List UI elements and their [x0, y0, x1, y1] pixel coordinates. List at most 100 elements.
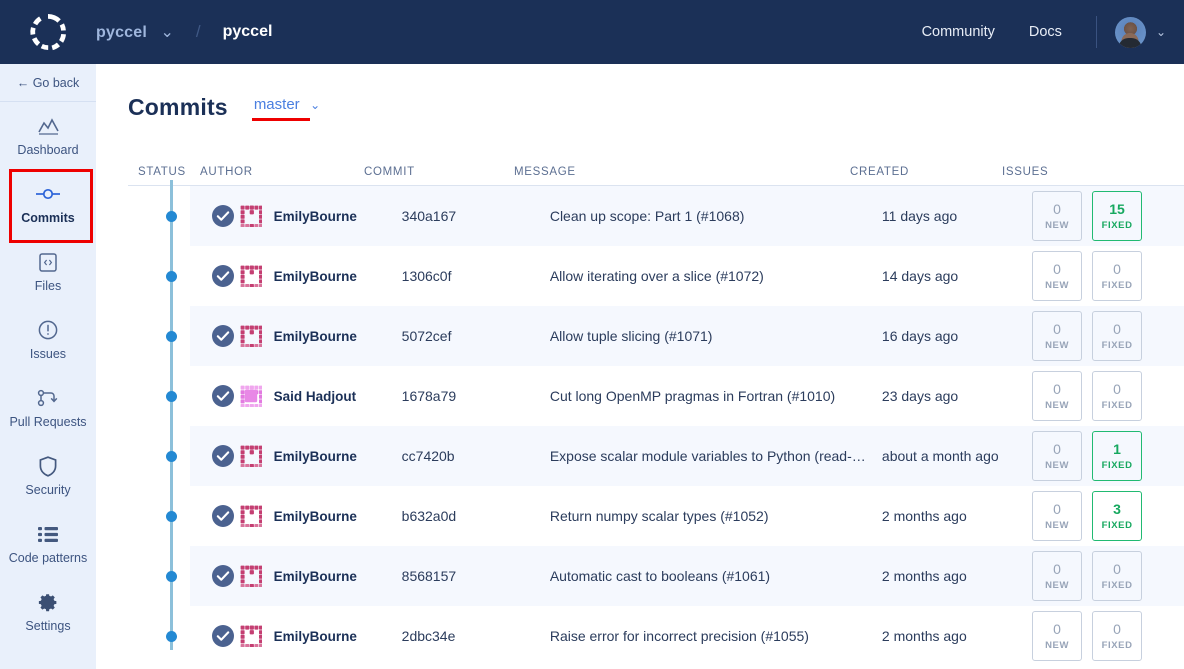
cell-commit[interactable]: 340a167 — [402, 208, 550, 224]
issues-new-count: 0 — [1053, 441, 1061, 457]
issues-new-badge[interactable]: 0 NEW — [1032, 251, 1083, 301]
sidebar-item-files[interactable]: Files — [0, 238, 96, 306]
avatar[interactable] — [1114, 16, 1146, 48]
issues-fixed-label: FIXED — [1101, 340, 1133, 351]
cell-author: EmilyBourne — [240, 205, 402, 227]
app-logo[interactable] — [0, 13, 96, 51]
commit-timeline-dot — [166, 450, 177, 462]
column-header-status: STATUS — [138, 165, 186, 178]
check-circle-icon — [212, 565, 234, 587]
cell-commit[interactable]: 5072cef — [402, 328, 550, 344]
chevron-down-icon[interactable]: ⌄ — [160, 24, 173, 41]
issues-new-badge[interactable]: 0 NEW — [1032, 491, 1083, 541]
sidebar-item-settings[interactable]: Settings — [0, 578, 96, 646]
chevron-down-icon[interactable]: ⌄ — [1156, 25, 1166, 39]
identicon-avatar — [240, 445, 262, 467]
check-circle-icon — [212, 505, 234, 527]
issues-new-label: NEW — [1045, 340, 1070, 351]
issues-fixed-label: FIXED — [1101, 400, 1133, 411]
issues-fixed-badge[interactable]: 1 FIXED — [1092, 431, 1143, 481]
sidebar-item-issues[interactable]: Issues — [0, 306, 96, 374]
table-row[interactable]: EmilyBourne 5072cef Allow tuple slicing … — [190, 306, 1184, 366]
issues-new-badge[interactable]: 0 NEW — [1032, 371, 1083, 421]
cell-issues: 0 NEW 0 FIXED — [1032, 371, 1184, 421]
column-header-issues: ISSUES — [1002, 165, 1049, 178]
issues-fixed-badge[interactable]: 0 FIXED — [1092, 551, 1143, 601]
cell-status — [190, 505, 240, 527]
issues-fixed-badge[interactable]: 15 FIXED — [1092, 191, 1143, 241]
cell-commit[interactable]: cc7420b — [402, 448, 550, 464]
cell-author: EmilyBourne — [240, 265, 402, 287]
divider — [1095, 16, 1097, 48]
main-content: Commits master ⌄ STATUS AUTHOR COMMIT ME… — [96, 64, 1184, 669]
commit-timeline-dot — [166, 270, 177, 282]
issues-fixed-badge[interactable]: 0 FIXED — [1092, 371, 1143, 421]
issues-new-badge[interactable]: 0 NEW — [1032, 191, 1083, 241]
identicon-avatar — [240, 505, 262, 527]
community-link[interactable]: Community — [922, 24, 995, 40]
table-row[interactable]: EmilyBourne 8568157 Automatic cast to bo… — [190, 546, 1184, 606]
table-row[interactable]: EmilyBourne b632a0d Return numpy scalar … — [190, 486, 1184, 546]
cell-commit[interactable]: 8568157 — [402, 568, 550, 584]
branch-selector[interactable]: master ⌄ — [251, 96, 320, 121]
sidebar-item-label: Pull Requests — [9, 415, 87, 429]
cell-message: Return numpy scalar types (#1052) — [549, 508, 769, 524]
go-back-button[interactable]: ← Go back — [0, 64, 96, 102]
cell-author: EmilyBourne — [240, 505, 402, 527]
cell-issues: 0 NEW 0 FIXED — [1032, 551, 1184, 601]
issues-fixed-badge[interactable]: 0 FIXED — [1092, 251, 1143, 301]
sidebar: ← Go back Dashboard Commits Files Issues… — [0, 64, 96, 669]
commit-hash: 1678a79 — [401, 388, 457, 404]
cell-issues: 0 NEW 15 FIXED — [1032, 191, 1184, 241]
cell-issues: 0 NEW 3 FIXED — [1032, 491, 1184, 541]
cell-status — [190, 325, 240, 347]
table-row[interactable]: EmilyBourne cc7420b Expose scalar module… — [190, 426, 1184, 486]
docs-link[interactable]: Docs — [1029, 24, 1062, 40]
highlight-underline — [251, 118, 310, 121]
issues-new-badge[interactable]: 0 NEW — [1032, 611, 1083, 661]
page-header: Commits master ⌄ — [96, 64, 1184, 121]
table-row[interactable]: EmilyBourne 340a167 Clean up scope: Part… — [190, 186, 1184, 246]
issues-new-badge[interactable]: 0 NEW — [1032, 431, 1083, 481]
issues-new-count: 0 — [1053, 561, 1061, 577]
issues-fixed-badge[interactable]: 3 FIXED — [1092, 491, 1143, 541]
table-row[interactable]: EmilyBourne 2dbc34e Raise error for inco… — [190, 606, 1184, 666]
shield-icon — [39, 455, 57, 477]
sidebar-item-commits[interactable]: Commits — [0, 169, 96, 243]
cell-commit[interactable]: 2dbc34e — [402, 628, 550, 644]
sidebar-item-dashboard[interactable]: Dashboard — [0, 102, 96, 170]
issues-fixed-badge[interactable]: 0 FIXED — [1092, 611, 1143, 661]
cell-created: 11 days ago — [881, 208, 958, 224]
check-circle-icon — [212, 325, 234, 347]
issues-fixed-count: 0 — [1113, 621, 1121, 637]
table-row[interactable]: Said Hadjout 1678a79 Cut long OpenMP pra… — [190, 366, 1184, 426]
check-circle-icon — [212, 445, 234, 467]
cell-commit[interactable]: 1678a79 — [402, 388, 550, 404]
cell-status — [190, 205, 240, 227]
cell-message: Allow tuple slicing (#1071) — [549, 328, 713, 344]
issues-fixed-count: 15 — [1109, 201, 1125, 217]
author-name: EmilyBourne — [273, 208, 357, 224]
sidebar-item-security[interactable]: Security — [0, 442, 96, 510]
sidebar-item-pull-requests[interactable]: Pull Requests — [0, 374, 96, 442]
issues-new-badge[interactable]: 0 NEW — [1032, 551, 1083, 601]
cell-commit[interactable]: b632a0d — [402, 508, 550, 524]
column-header-author: AUTHOR — [200, 165, 253, 178]
issues-fixed-badge[interactable]: 0 FIXED — [1092, 311, 1143, 361]
cell-message: Expose scalar module variables to Python… — [549, 448, 866, 464]
issues-new-label: NEW — [1045, 460, 1070, 471]
breadcrumb-repo[interactable]: pyccel — [223, 23, 273, 41]
commit-hash: 340a167 — [401, 208, 457, 224]
cell-created: 16 days ago — [881, 328, 959, 344]
issues-fixed-count: 0 — [1113, 381, 1121, 397]
table-body: EmilyBourne 340a167 Clean up scope: Part… — [128, 186, 1184, 666]
sidebar-item-code-patterns[interactable]: Code patterns — [0, 510, 96, 578]
issues-new-count: 0 — [1053, 321, 1061, 337]
cell-created: 2 months ago — [881, 508, 967, 524]
table-row[interactable]: EmilyBourne 1306c0f Allow iterating over… — [190, 246, 1184, 306]
issues-new-badge[interactable]: 0 NEW — [1032, 311, 1083, 361]
sidebar-item-label: Security — [25, 483, 71, 497]
cell-commit[interactable]: 1306c0f — [402, 268, 550, 284]
breadcrumb-org[interactable]: pyccel ⌄ — [96, 22, 174, 42]
commit-hash: 1306c0f — [401, 268, 452, 284]
